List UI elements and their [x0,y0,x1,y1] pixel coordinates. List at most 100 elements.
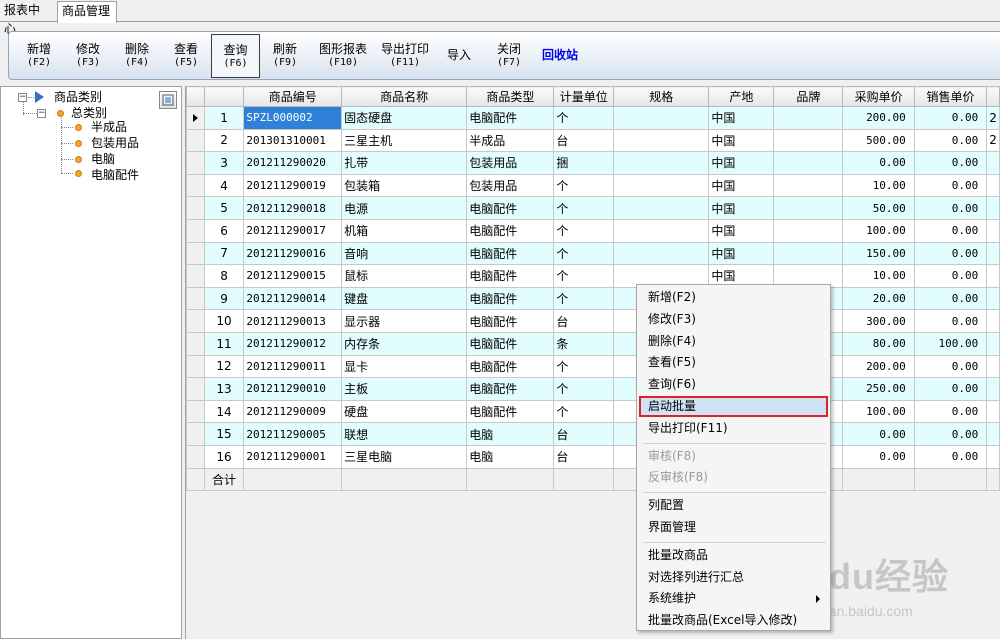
cell-extra[interactable] [986,331,1000,356]
cell-unit[interactable]: 台 [553,309,615,333]
cell-extra[interactable] [986,377,1000,401]
column-header[interactable]: 销售单价 [913,86,988,107]
column-header[interactable]: 商品名称 [341,86,468,107]
row-header[interactable] [186,173,205,198]
cell-buy[interactable]: 80.00 [842,331,915,356]
cell-sell[interactable]: 0.00 [913,286,988,311]
cell-code[interactable]: 201211290001 [243,444,343,469]
cell-extra[interactable] [986,218,1000,243]
table-row[interactable]: 6 201211290017 机箱 电脑配件个 中国 100.00 0.00 [186,218,1000,243]
cell-name[interactable]: 硬盘 [341,399,468,424]
menu-item[interactable]: 修改(F3) [639,309,828,330]
tab-report-center[interactable]: 报表中心 [0,1,55,36]
cell-origin[interactable]: 中国 [708,151,775,175]
tab-product-management[interactable]: 商品管理 [57,1,117,23]
cell-unit[interactable]: 个 [553,354,615,379]
cell-sell[interactable]: 0.00 [913,218,988,243]
table-row[interactable]: 16 201211290001 三星电脑 电脑台 0.00 0.00 [186,444,1000,469]
cell-origin[interactable]: 中国 [708,106,775,130]
cell-type[interactable]: 电脑配件 [466,218,555,243]
cell-name[interactable]: 联想 [341,422,468,446]
row-header[interactable] [186,444,205,469]
cell-code[interactable]: 201211290017 [243,218,343,243]
chart-report-button[interactable]: 图形报表 (F10) [313,34,373,78]
cell-spec[interactable] [613,151,710,175]
column-header[interactable]: 采购单价 [842,86,915,107]
row-header[interactable] [186,151,205,175]
row-header[interactable] [186,399,205,424]
menu-item[interactable]: 界面管理 [639,517,828,538]
cell-extra[interactable] [986,151,1000,175]
table-row[interactable]: 1 SPZL000002 固态硬盘 电脑配件个 中国 200.00 0.00 2 [186,106,1000,130]
view-button[interactable]: 查看 (F5) [164,34,208,78]
menu-item[interactable]: 删除(F4) [639,331,828,352]
column-header[interactable]: 计量单位 [553,86,615,107]
cell-extra[interactable] [986,354,1000,379]
cell-name[interactable]: 包装箱 [341,173,468,198]
column-header[interactable]: 产地 [708,86,775,107]
cell-brand[interactable] [773,241,844,266]
cell-extra[interactable] [986,399,1000,424]
cell-extra[interactable] [986,264,1000,288]
import-button[interactable]: 导入 [441,34,477,78]
cell-origin[interactable]: 中国 [708,241,775,266]
cell-unit[interactable]: 个 [553,218,615,243]
cell-unit[interactable]: 台 [553,128,615,153]
cell-buy[interactable]: 0.00 [842,151,915,175]
row-header[interactable] [186,309,205,333]
cell-type[interactable]: 电脑配件 [466,331,555,356]
delete-button[interactable]: 删除 (F4) [115,34,159,78]
row-header[interactable] [186,196,205,220]
cell-brand[interactable] [773,173,844,198]
cell-code[interactable]: 201211290014 [243,286,343,311]
cell-buy[interactable]: 100.00 [842,218,915,243]
table-row[interactable]: 5 201211290018 电源 电脑配件个 中国 50.00 0.00 [186,196,1000,220]
cell-extra[interactable]: 2 [986,106,1000,130]
cell-spec[interactable] [613,173,710,198]
menu-item[interactable]: 查询(F6) [639,374,828,395]
query-button[interactable]: 查询 (F6) [211,34,260,78]
cell-unit[interactable]: 台 [553,422,615,446]
cell-buy[interactable]: 10.00 [842,173,915,198]
cell-buy[interactable]: 100.00 [842,399,915,424]
cell-name[interactable]: 显卡 [341,354,468,379]
cell-type[interactable]: 电脑配件 [466,196,555,220]
cell-code[interactable]: 201211290015 [243,264,343,288]
cell-extra[interactable]: 2 [986,128,1000,153]
cell-type[interactable]: 电脑配件 [466,264,555,288]
cell-code[interactable]: 201211290020 [243,151,343,175]
row-header[interactable] [186,241,205,266]
cell-name[interactable]: 固态硬盘 [341,106,468,130]
refresh-button[interactable]: 刷新 (F9) [263,34,307,78]
cell-name[interactable]: 显示器 [341,309,468,333]
menu-item[interactable]: 批量改商品 [639,545,828,566]
cell-sell[interactable]: 0.00 [913,241,988,266]
menu-item[interactable]: 查看(F5) [639,352,828,373]
cell-type[interactable]: 电脑配件 [466,354,555,379]
cell-code[interactable]: 201211290011 [243,354,343,379]
cell-sell[interactable]: 0.00 [913,106,988,130]
cell-type[interactable]: 电脑配件 [466,241,555,266]
cell-code[interactable]: 201211290018 [243,196,343,220]
cell-origin[interactable]: 中国 [708,173,775,198]
row-header[interactable] [186,286,205,311]
cell-buy[interactable]: 50.00 [842,196,915,220]
cell-sell[interactable]: 0.00 [913,422,988,446]
tree-item-packaging[interactable]: 包装用品 [91,135,139,151]
cell-spec[interactable] [613,218,710,243]
add-button[interactable]: 新增 (F2) [17,34,61,78]
row-header[interactable] [186,354,205,379]
table-row[interactable]: 12 201211290011 显卡 电脑配件个 200.00 0.00 [186,354,1000,379]
cell-type[interactable]: 电脑 [466,444,555,469]
tree-item-semi-finished[interactable]: 半成品 [91,119,127,135]
cell-unit[interactable]: 捆 [553,151,615,175]
cell-extra[interactable] [986,286,1000,311]
cell-unit[interactable]: 个 [553,106,615,130]
cell-name[interactable]: 电源 [341,196,468,220]
cell-sell[interactable]: 0.00 [913,196,988,220]
menu-item[interactable]: 新增(F2) [639,287,828,308]
cell-unit[interactable]: 个 [553,264,615,288]
cell-name[interactable]: 音响 [341,241,468,266]
cell-type[interactable]: 电脑配件 [466,399,555,424]
cell-code[interactable]: 201211290012 [243,331,343,356]
